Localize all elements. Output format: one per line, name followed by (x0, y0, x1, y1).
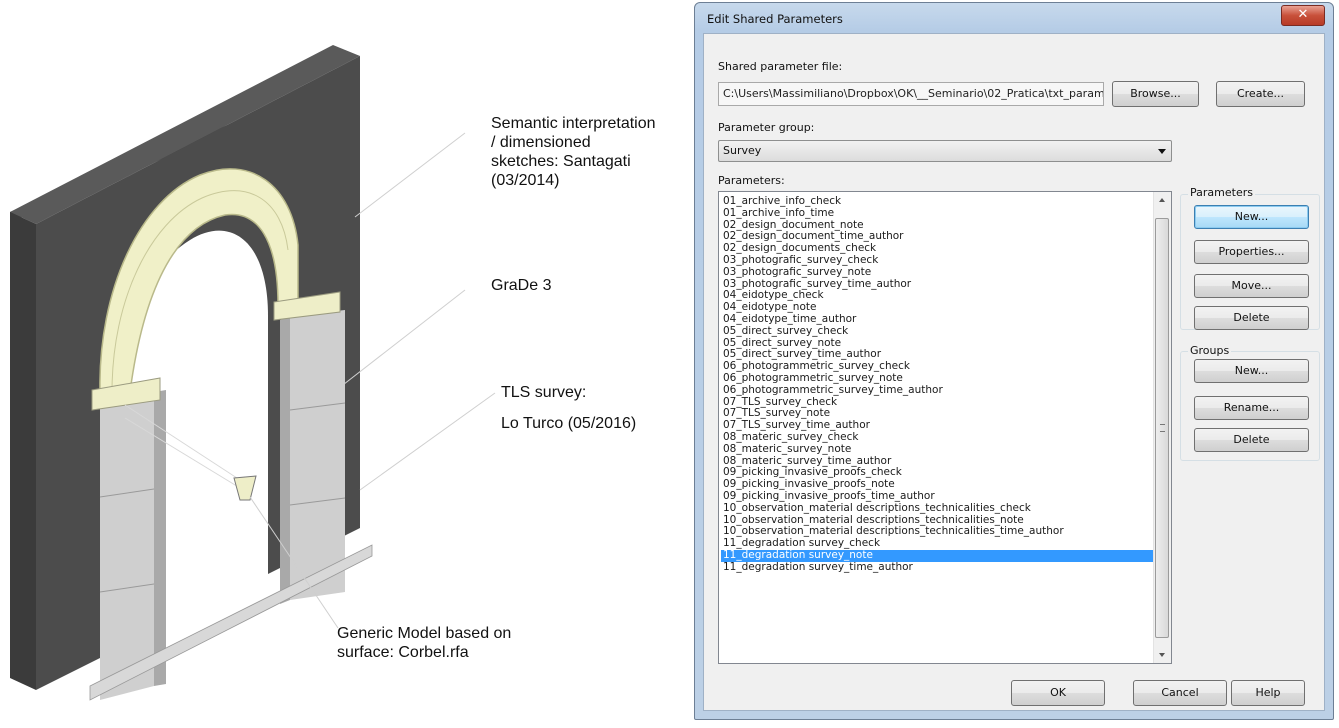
arch-illustration: Semantic interpretation / dimensioned sk… (0, 0, 690, 723)
edit-shared-parameters-dialog: Edit Shared Parameters ✕ Shared paramete… (694, 2, 1334, 720)
groups-groupbox-title: Groups (1188, 344, 1232, 357)
parameter-list-item[interactable]: 04_eidotype_note (721, 302, 1153, 314)
annotation-tls-author: Lo Turco (05/2016) (501, 415, 637, 432)
parameters-groupbox-title: Parameters (1188, 186, 1255, 199)
parameter-list-item[interactable]: 08_materic_survey_time_author (721, 456, 1153, 468)
parameter-list-item[interactable]: 03_photografic_survey_check (721, 255, 1153, 267)
parameter-group-value: Survey (723, 144, 762, 157)
close-button[interactable]: ✕ (1281, 5, 1325, 26)
new-parameter-button[interactable]: New... (1194, 205, 1309, 229)
parameters-rows: 01_archive_info_check 01_archive_info_tim… (721, 196, 1153, 574)
parameter-list-item[interactable]: 06_photogrammetric_survey_check (721, 361, 1153, 373)
close-icon: ✕ (1297, 7, 1309, 22)
right-pier-inner (280, 316, 290, 604)
parameter-list-item[interactable]: 02_design_document_time_author (721, 231, 1153, 243)
parameters-scrollbar[interactable] (1153, 192, 1171, 663)
dialog-title: Edit Shared Parameters (707, 12, 843, 26)
scrollbar-thumb[interactable] (1155, 218, 1169, 638)
parameter-list-item[interactable]: 05_direct_survey_note (721, 338, 1153, 350)
parameter-list-item[interactable]: 08_materic_survey_note (721, 444, 1153, 456)
left-pier (100, 392, 154, 700)
parameter-list-item[interactable]: 10_observation_material descriptions_tec… (721, 526, 1153, 538)
parameter-group-label: Parameter group: (718, 121, 815, 134)
delete-parameter-button[interactable]: Delete (1194, 306, 1309, 330)
right-pier (290, 310, 345, 600)
parameter-list-item[interactable]: 04_eidotype_check (721, 290, 1153, 302)
grip-icon (1160, 424, 1165, 432)
parameter-list-item[interactable]: 02_design_documents_check (721, 243, 1153, 255)
delete-group-button[interactable]: Delete (1194, 428, 1309, 452)
properties-button[interactable]: Properties... (1194, 240, 1309, 264)
parameter-list-item[interactable]: 07_TLS_survey_time_author (721, 420, 1153, 432)
parameter-list-item[interactable]: 10_observation_material descriptions_tec… (721, 503, 1153, 515)
parameter-list-item[interactable]: 06_photogrammetric_survey_note (721, 373, 1153, 385)
move-parameter-button[interactable]: Move... (1194, 274, 1309, 298)
chevron-down-icon (1158, 149, 1166, 154)
dialog-body: Shared parameter file: C:\Users\Massimil… (703, 33, 1325, 711)
rename-group-button[interactable]: Rename... (1194, 396, 1309, 420)
annotation-grade: GraDe 3 (491, 277, 552, 294)
new-group-button[interactable]: New... (1194, 359, 1309, 383)
parameter-list-item[interactable]: 05_direct_survey_time_author (721, 349, 1153, 361)
arch-model-drawing (10, 45, 496, 701)
parameter-list-item[interactable]: 01_archive_info_check (721, 196, 1153, 208)
parameters-listbox[interactable]: 01_archive_info_check 01_archive_info_tim… (718, 191, 1172, 664)
parameter-group-dropdown[interactable]: Survey (718, 140, 1172, 162)
parameters-list-label: Parameters: (718, 174, 785, 187)
parameter-list-item[interactable]: 09_picking_invasive_proofs_note (721, 479, 1153, 491)
parameter-list-item[interactable]: 09_picking_invasive_proofs_check (721, 467, 1153, 479)
parameter-list-item[interactable]: 06_photogrammetric_survey_time_author (721, 385, 1153, 397)
dialog-titlebar[interactable]: Edit Shared Parameters ✕ (695, 3, 1333, 33)
ok-button[interactable]: OK (1011, 680, 1105, 706)
parameter-list-item[interactable]: 09_picking_invasive_proofs_time_author (721, 491, 1153, 503)
parameter-list-item[interactable]: 02_design_document_note (721, 220, 1153, 232)
parameter-list-item[interactable]: 11_degradation survey_note (721, 549, 1153, 562)
scroll-down-icon[interactable] (1159, 653, 1165, 657)
parameter-list-item[interactable]: 03_photografic_survey_time_author (721, 279, 1153, 291)
browse-button[interactable]: Browse... (1112, 81, 1199, 107)
parameter-list-item[interactable]: 11_degradation survey_check (721, 538, 1153, 550)
parameter-list-item[interactable]: 03_photografic_survey_note (721, 267, 1153, 279)
create-button[interactable]: Create... (1216, 81, 1305, 107)
cancel-button[interactable]: Cancel (1133, 680, 1227, 706)
parameter-list-item[interactable]: 05_direct_survey_check (721, 326, 1153, 338)
annotation-tls-title: TLS survey: (501, 384, 587, 401)
parameter-list-item[interactable]: 07_TLS_survey_note (721, 408, 1153, 420)
wall-left-face (10, 212, 36, 690)
parameter-list-item[interactable]: 08_materic_survey_check (721, 432, 1153, 444)
parameter-list-item[interactable]: 01_archive_info_time (721, 208, 1153, 220)
shared-file-path-field[interactable]: C:\Users\Massimiliano\Dropbox\OK\__Semin… (718, 82, 1104, 106)
shared-file-label: Shared parameter file: (718, 60, 843, 73)
parameter-list-item[interactable]: 04_eidotype_time_author (721, 314, 1153, 326)
parameter-list-item[interactable]: 10_observation_material descriptions_tec… (721, 515, 1153, 527)
left-pier-side (154, 390, 166, 686)
help-button[interactable]: Help (1231, 680, 1305, 706)
scroll-up-icon[interactable] (1159, 198, 1165, 202)
annotation-generic-model: Generic Model based on surface: Corbel.r… (337, 625, 512, 661)
parameter-list-item[interactable]: 11_degradation survey_time_author (721, 562, 1153, 574)
annotation-semantic-interpretation: Semantic interpretation / dimensioned sk… (491, 115, 656, 189)
parameter-list-item[interactable]: 07_TLS_survey_check (721, 397, 1153, 409)
